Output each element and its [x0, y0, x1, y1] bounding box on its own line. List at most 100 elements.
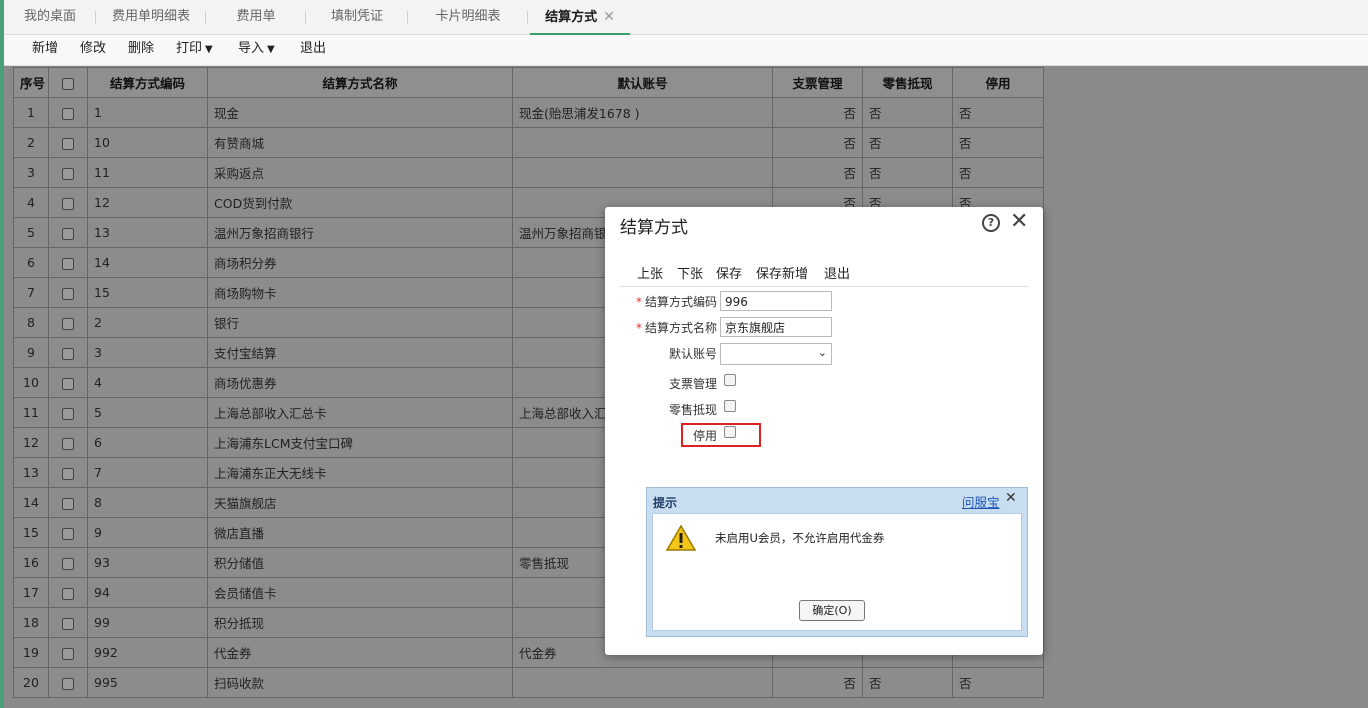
account-label: 默认账号 [668, 347, 717, 361]
row-code: 5 [87, 397, 208, 428]
row-checkbox[interactable] [62, 197, 74, 210]
select-all-checkbox[interactable] [62, 77, 74, 90]
print-button[interactable]: 打印 ▼ [176, 35, 213, 64]
divider [619, 286, 1029, 287]
row-select[interactable] [48, 607, 88, 638]
retail-checkbox[interactable] [724, 400, 736, 412]
row-checkbox[interactable] [62, 257, 74, 270]
row-name: 扫码收款 [207, 667, 513, 698]
col-name[interactable]: 结算方式名称 [207, 67, 513, 98]
name-label: * 结算方式名称 [635, 321, 717, 335]
row-checkbox[interactable] [62, 617, 74, 630]
row-checkbox[interactable] [62, 437, 74, 450]
row-select[interactable] [48, 367, 88, 398]
col-cheque[interactable]: 支票管理 [772, 67, 863, 98]
tab-expense-detail[interactable]: 费用单明细表 [96, 0, 206, 33]
tab-label: 填制凭证 [330, 9, 383, 24]
tab-expense[interactable]: 费用单 [206, 0, 306, 33]
save-new-button[interactable]: 保存新增 [756, 263, 808, 282]
dialog-title: 结算方式 [620, 218, 688, 238]
help-icon[interactable]: ? [982, 214, 1000, 232]
tab-my-desktop[interactable]: 我的桌面 [4, 0, 96, 33]
row-cheque: 否 [772, 157, 863, 188]
row-checkbox[interactable] [62, 527, 74, 540]
row-checkbox[interactable] [62, 167, 74, 180]
col-select-all[interactable] [48, 67, 88, 98]
row-code: 11 [87, 157, 208, 188]
close-icon[interactable]: ✕ [1010, 209, 1028, 234]
row-checkbox[interactable] [62, 647, 74, 660]
tab-label: 我的桌面 [23, 9, 76, 24]
row-select[interactable] [48, 517, 88, 548]
delete-button[interactable]: 删除 [128, 35, 154, 63]
row-checkbox[interactable] [62, 137, 74, 150]
row-select[interactable] [48, 97, 88, 128]
row-select[interactable] [48, 637, 88, 668]
edit-button[interactable]: 修改 [80, 35, 106, 63]
row-index: 19 [13, 637, 49, 668]
row-index: 2 [13, 127, 49, 158]
row-checkbox[interactable] [62, 317, 74, 330]
close-icon[interactable]: ✕ [1005, 490, 1017, 506]
col-disabled[interactable]: 停用 [952, 67, 1044, 98]
add-button[interactable]: 新增 [32, 35, 58, 63]
table-row[interactable]: 1 1 现金 现金(贻思浦发1678 ) 否否否 [13, 97, 1044, 128]
row-select[interactable] [48, 667, 88, 698]
save-button[interactable]: 保存 [716, 263, 742, 282]
row-select[interactable] [48, 547, 88, 578]
name-field[interactable]: 京东旗舰店 [720, 317, 832, 337]
row-index: 1 [13, 97, 49, 128]
row-checkbox[interactable] [62, 677, 74, 690]
code-field[interactable]: 996 [720, 291, 832, 311]
row-checkbox[interactable] [62, 377, 74, 390]
col-account[interactable]: 默认账号 [512, 67, 773, 98]
exit-button[interactable]: 退出 [300, 35, 326, 63]
row-select[interactable] [48, 157, 88, 188]
col-retail[interactable]: 零售抵现 [862, 67, 953, 98]
row-checkbox[interactable] [62, 467, 74, 480]
ok-button[interactable]: 确定(O) [799, 600, 865, 621]
row-checkbox[interactable] [62, 497, 74, 510]
cheque-checkbox[interactable] [724, 374, 736, 386]
help-link[interactable]: 问服宝 [962, 492, 1000, 511]
row-checkbox[interactable] [62, 407, 74, 420]
row-select[interactable] [48, 457, 88, 488]
chevron-down-icon: ▼ [267, 44, 275, 55]
row-code: 3 [87, 337, 208, 368]
row-name: 采购返点 [207, 157, 513, 188]
table-row[interactable]: 2 10 有赞商城否否否 [13, 127, 1044, 158]
prev-button[interactable]: 上张 [637, 263, 663, 282]
tab-card-detail[interactable]: 卡片明细表 [408, 0, 528, 33]
row-checkbox[interactable] [62, 557, 74, 570]
row-checkbox[interactable] [62, 287, 74, 300]
col-code[interactable]: 结算方式编码 [87, 67, 208, 98]
row-index: 13 [13, 457, 49, 488]
row-select[interactable] [48, 397, 88, 428]
table-row[interactable]: 3 11 采购返点否否否 [13, 157, 1044, 188]
table-row[interactable]: 20 995 扫码收款否否否 [13, 667, 1044, 698]
row-select[interactable] [48, 217, 88, 248]
import-button[interactable]: 导入 ▼ [238, 35, 275, 64]
row-checkbox[interactable] [62, 227, 74, 240]
row-checkbox[interactable] [62, 587, 74, 600]
dialog-exit-button[interactable]: 退出 [824, 263, 850, 282]
account-select[interactable]: ⌄ [720, 343, 832, 365]
row-name: 商场购物卡 [207, 277, 513, 308]
row-select[interactable] [48, 127, 88, 158]
row-select[interactable] [48, 427, 88, 458]
row-select[interactable] [48, 487, 88, 518]
row-select[interactable] [48, 337, 88, 368]
row-select[interactable] [48, 277, 88, 308]
tab-settlement-method[interactable]: 结算方式 ✕ [530, 0, 630, 35]
tab-voucher[interactable]: 填制凭证 [306, 0, 408, 33]
row-select[interactable] [48, 187, 88, 218]
row-checkbox[interactable] [62, 347, 74, 360]
close-icon[interactable]: ✕ [603, 9, 615, 25]
next-button[interactable]: 下张 [677, 263, 703, 282]
highlight-box [681, 423, 761, 447]
row-select[interactable] [48, 247, 88, 278]
row-select[interactable] [48, 577, 88, 608]
row-checkbox[interactable] [62, 107, 74, 120]
row-select[interactable] [48, 307, 88, 338]
row-name: 微店直播 [207, 517, 513, 548]
